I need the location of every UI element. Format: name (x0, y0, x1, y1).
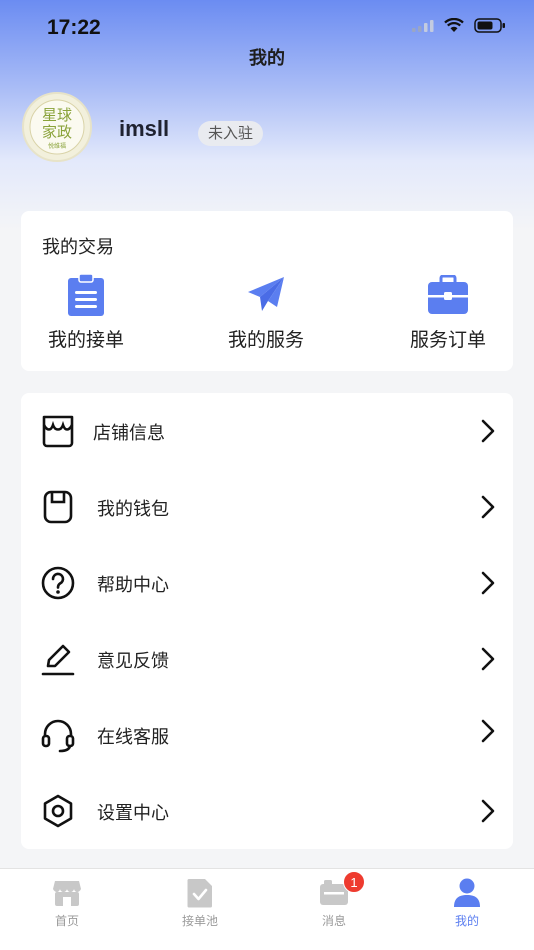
tab-label: 首页 (54, 914, 79, 928)
status-time: 17:22 (47, 16, 101, 39)
page-title: 我的 (249, 48, 285, 69)
trade-item-label: 我的接单 (47, 329, 124, 351)
menu-item-settings[interactable]: 设置中心 (21, 773, 513, 849)
menu-card: 店铺信息 我的钱包 帮助中心 意见反馈 在线客服 设置中心 (21, 393, 513, 849)
tab-mine[interactable]: 我的 (417, 877, 517, 929)
trade-title: 我的交易 (42, 237, 114, 258)
trade-card: 我的交易 我的接单 我的服务 服务订单 (21, 211, 513, 371)
tab-home[interactable]: 首页 (17, 877, 117, 929)
tab-label: 我的 (454, 914, 479, 928)
message-count-badge: 1 (343, 871, 365, 893)
chevron-right-icon (481, 571, 495, 595)
menu-item-store-info[interactable]: 店铺信息 (21, 393, 513, 469)
menu-item-label: 在线客服 (97, 727, 169, 748)
trade-item-label: 我的服务 (227, 329, 304, 351)
trade-item-service-orders[interactable]: 服务订单 (383, 273, 513, 352)
tab-order-pool[interactable]: 接单池 (150, 877, 250, 929)
wallet-icon (43, 490, 73, 524)
menu-item-label: 店铺信息 (93, 423, 165, 444)
chevron-right-icon (481, 799, 495, 823)
status-icons (412, 18, 506, 33)
menu-item-online-service[interactable]: 在线客服 (21, 697, 513, 773)
menu-item-label: 意见反馈 (97, 651, 169, 672)
chevron-right-icon (481, 495, 495, 519)
settings-icon (43, 794, 73, 828)
menu-item-feedback[interactable]: 意见反馈 (21, 621, 513, 697)
tab-bar: 首页 接单池 1 消息 我的 (0, 868, 534, 950)
avatar[interactable]: 星球 家政 悦维福 (22, 92, 92, 162)
tab-messages[interactable]: 1 消息 (284, 871, 384, 929)
chevron-right-icon (481, 419, 495, 443)
menu-item-label: 帮助中心 (97, 575, 169, 596)
tab-label: 消息 (321, 914, 346, 928)
menu-item-label: 我的钱包 (97, 499, 169, 520)
signal-icon (412, 19, 434, 32)
pen-icon (41, 644, 75, 676)
tab-label: 接单池 (181, 914, 218, 928)
store-icon (42, 415, 74, 448)
menu-item-wallet[interactable]: 我的钱包 (21, 469, 513, 545)
svg-text:悦维福: 悦维福 (48, 142, 66, 150)
menu-item-help-center[interactable]: 帮助中心 (21, 545, 513, 621)
trade-item-label: 服务订单 (409, 329, 486, 351)
svg-text:星球: 星球 (42, 106, 72, 124)
help-icon (41, 566, 75, 600)
chevron-right-icon (481, 719, 495, 743)
paper-plane-icon (248, 277, 284, 311)
trade-item-my-orders[interactable]: 我的接单 (21, 273, 151, 352)
battery-icon (474, 18, 505, 33)
status-badge: 未入驻 (198, 121, 264, 146)
menu-item-label: 设置中心 (97, 803, 169, 824)
username: imsll (119, 116, 170, 141)
wifi-icon (444, 18, 464, 32)
profile-section: 星球 家政 悦维福 imsll 未入驻 (22, 92, 512, 164)
home-store-icon (53, 881, 81, 906)
headset-icon (41, 719, 75, 753)
trade-item-my-services[interactable]: 我的服务 (201, 273, 331, 352)
person-icon (454, 878, 480, 907)
clipboard-icon (68, 274, 104, 316)
chevron-right-icon (481, 647, 495, 671)
order-pool-icon (187, 879, 212, 908)
briefcase-icon (428, 275, 468, 314)
svg-text:家政: 家政 (42, 123, 72, 141)
